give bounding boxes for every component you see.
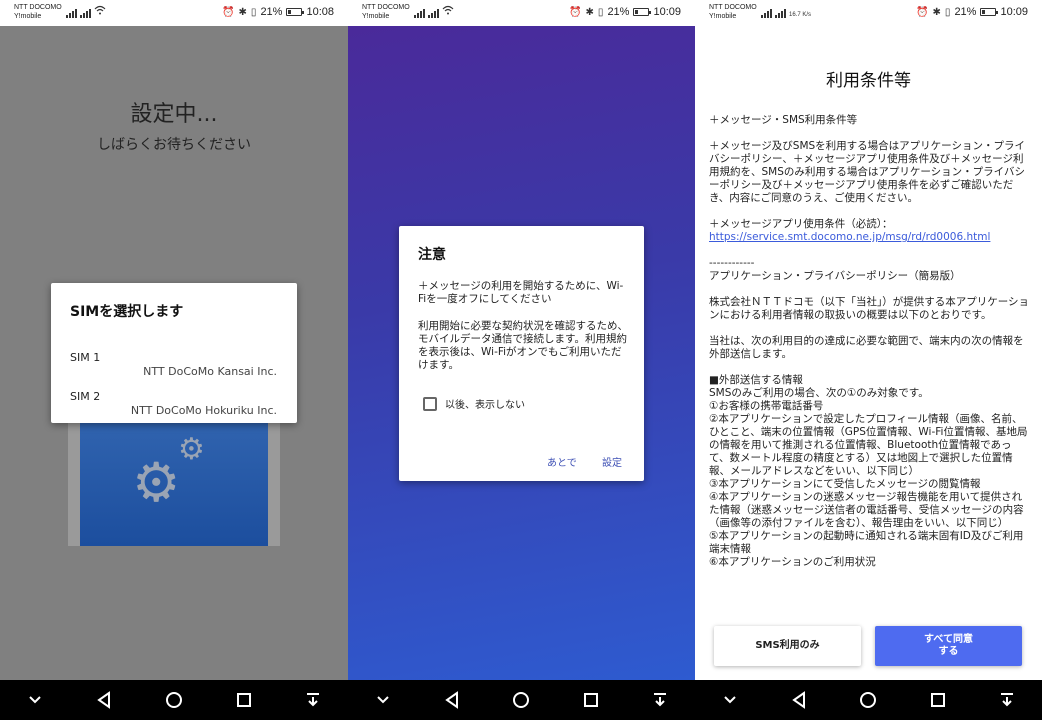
list-item: ⑥本アプリケーションのご利用状況 [709, 556, 876, 568]
clock: 10:08 [306, 6, 334, 18]
navigation-bar [695, 680, 1042, 720]
network-speed: 16.7 K/s [789, 12, 812, 18]
list-item: ①お客様の携帯電話番号 [709, 400, 824, 412]
bluetooth-icon: ✱ [585, 6, 594, 18]
carrier-label: NTT DOCOMO Y!mobile [709, 4, 757, 20]
navigation-bar [348, 680, 695, 720]
chevron-down-icon[interactable] [21, 686, 49, 714]
screen-sim-setup: NTT DOCOMO Y!mobile ⏰ ✱ ▯ 21% 10:08 設定中.… [0, 0, 348, 720]
signal-icon [428, 9, 439, 18]
terms-paragraph: ＋メッセージ及びSMSを利用する場合はアプリケーション・プライバシーポリシー、＋… [709, 140, 1025, 204]
policy-title: アプリケーション・プライバシーポリシー（簡易版） [709, 270, 961, 282]
info-list: ■外部送信する情報 SMSのみご利用の場合、次の①のみ対象です。 ①お客様の携帯… [709, 374, 1030, 569]
signal-icon [66, 9, 77, 18]
signal-icon [775, 9, 786, 18]
recents-icon[interactable] [924, 686, 952, 714]
sim-select-dialog: SIMを選択します SIM 1 NTT DoCoMo Kansai Inc. S… [51, 283, 297, 423]
page-title: 利用条件等 [826, 71, 911, 91]
dialog-message-1: ＋メッセージの利用を開始するために、Wi-Fiを一度オフにしてください [418, 280, 624, 305]
section-divider: ------------ [709, 257, 755, 269]
clock: 10:09 [653, 6, 681, 18]
sms-only-button[interactable]: SMS利用のみ [714, 626, 861, 666]
app-terms-link[interactable]: https://service.smt.docomo.ne.jp/msg/rd/… [709, 231, 1030, 244]
dialog-message-2: 利用開始に必要な契約状況を確認するため、モバイルデータ通信で接続します。利用規約… [418, 320, 628, 371]
signal-icons [414, 5, 454, 18]
list-item: ④本アプリケーションの迷惑メッセージ報告機能を用いて提供された情報（迷惑メッセー… [709, 491, 1024, 529]
bluetooth-icon: ✱ [238, 6, 247, 18]
alarm-icon: ⏰ [222, 6, 235, 18]
battery-icon [633, 8, 652, 16]
battery-percent: 21% [607, 6, 630, 18]
carrier-label: NTT DOCOMO Y!mobile [362, 4, 410, 20]
signal-icon [761, 9, 772, 18]
chevron-down-icon[interactable] [369, 686, 397, 714]
app-terms-label: ＋メッセージアプリ使用条件（必読）： [709, 218, 893, 230]
signal-icon [414, 9, 425, 18]
terms-heading: ＋メッセージ・SMS利用条件等 [709, 114, 858, 126]
terms-paragraph: 株式会社ＮＴＴドコモ（以下「当社」）が提供する本アプリケーションにおける利用者情… [709, 296, 1030, 321]
notification-pull-icon[interactable] [299, 686, 327, 714]
navigation-bar [0, 680, 348, 720]
back-icon[interactable] [438, 686, 466, 714]
back-icon[interactable] [90, 686, 118, 714]
wifi-notice-dialog: 注意 ＋メッセージの利用を開始するために、Wi-Fiを一度オフにしてください 利… [399, 226, 644, 481]
list-item: ②本アプリケーションで設定したプロフィール情報（画像、名前、ひとこと、端末の位置… [709, 413, 1028, 477]
signal-icon [80, 9, 91, 18]
notification-pull-icon[interactable] [993, 686, 1021, 714]
dont-show-again-checkbox[interactable] [423, 396, 437, 411]
gear-icon: ⚙ [178, 432, 205, 467]
terms-paragraph: 当社は、次の利用目的の達成に必要な範囲で、端末内の次の情報を外部送信します。 [709, 335, 1024, 360]
wifi-icon [94, 5, 106, 18]
notice-background: 注意 ＋メッセージの利用を開始するために、Wi-Fiを一度オフにしてください 利… [348, 26, 695, 680]
terms-content: 利用条件等 ＋メッセージ・SMS利用条件等 ＋メッセージ及びSMSを利用する場合… [695, 26, 1042, 680]
battery-icon [286, 8, 305, 16]
checkbox-label: 以後、表示しない [445, 400, 525, 411]
bluetooth-icon: ✱ [932, 6, 941, 18]
vibrate-icon: ▯ [597, 6, 604, 18]
list-item: ③本アプリケーションにて受信したメッセージの閲覧情報 [709, 478, 981, 490]
screen-terms: NTT DOCOMO Y!mobile 16.7 K/s ⏰ ✱ ▯ 21% 1… [695, 0, 1042, 720]
list-item: ■外部送信する情報 [709, 374, 803, 386]
agree-all-button[interactable]: すべて同意する [875, 626, 1022, 666]
recents-icon[interactable] [577, 686, 605, 714]
battery-icon [980, 8, 999, 16]
alarm-icon: ⏰ [916, 6, 929, 18]
clock: 10:09 [1000, 6, 1028, 18]
list-item: SMSのみご利用の場合、次の①のみ対象です。 [709, 387, 929, 399]
battery-percent: 21% [954, 6, 977, 18]
back-icon[interactable] [785, 686, 813, 714]
dont-show-again-row[interactable]: 以後、表示しない [423, 396, 525, 411]
battery-percent: 21% [260, 6, 283, 18]
chevron-down-icon[interactable] [716, 686, 744, 714]
sim-option-1[interactable]: SIM 1 NTT DoCoMo Kansai Inc. [51, 351, 297, 387]
signal-icons [66, 5, 106, 18]
recents-icon[interactable] [230, 686, 258, 714]
setup-content: 設定中... しばらくお待ちください ⚙ ⚙ SIMを選択します SIM 1 N… [0, 26, 348, 680]
vibrate-icon: ▯ [944, 6, 951, 18]
status-bar: NTT DOCOMO Y!mobile ⏰ ✱ ▯ 21% 10:08 [0, 0, 348, 26]
vibrate-icon: ▯ [250, 6, 257, 18]
signal-icons: 16.7 K/s [761, 8, 811, 18]
settings-button[interactable]: 設定 [602, 454, 622, 469]
terms-text: ＋メッセージ・SMS利用条件等 ＋メッセージ及びSMSを利用する場合はアプリケー… [709, 114, 1030, 569]
home-icon[interactable] [160, 686, 188, 714]
page-subtitle: しばらくお待ちください [97, 137, 251, 153]
alarm-icon: ⏰ [569, 6, 582, 18]
screen-wifi-notice: NTT DOCOMO Y!mobile ⏰ ✱ ▯ 21% 10:09 注意 ＋… [348, 0, 695, 720]
later-button[interactable]: あとで [547, 454, 577, 469]
home-icon[interactable] [507, 686, 535, 714]
home-icon[interactable] [854, 686, 882, 714]
dialog-title: 注意 [418, 247, 446, 263]
status-bar: NTT DOCOMO Y!mobile ⏰ ✱ ▯ 21% 10:09 [348, 0, 695, 26]
notification-pull-icon[interactable] [646, 686, 674, 714]
dialog-title: SIMを選択します [70, 304, 184, 320]
gear-icon: ⚙ [132, 451, 181, 514]
sim-option-2[interactable]: SIM 2 NTT DoCoMo Hokuriku Inc. [51, 390, 297, 426]
list-item: ⑤本アプリケーションの起動時に通知される端末固有ID及びご利用端末情報 [709, 530, 1024, 555]
status-bar: NTT DOCOMO Y!mobile 16.7 K/s ⏰ ✱ ▯ 21% 1… [695, 0, 1042, 26]
page-title: 設定中... [130, 102, 218, 127]
carrier-label: NTT DOCOMO Y!mobile [14, 4, 62, 20]
wifi-icon [442, 5, 454, 18]
